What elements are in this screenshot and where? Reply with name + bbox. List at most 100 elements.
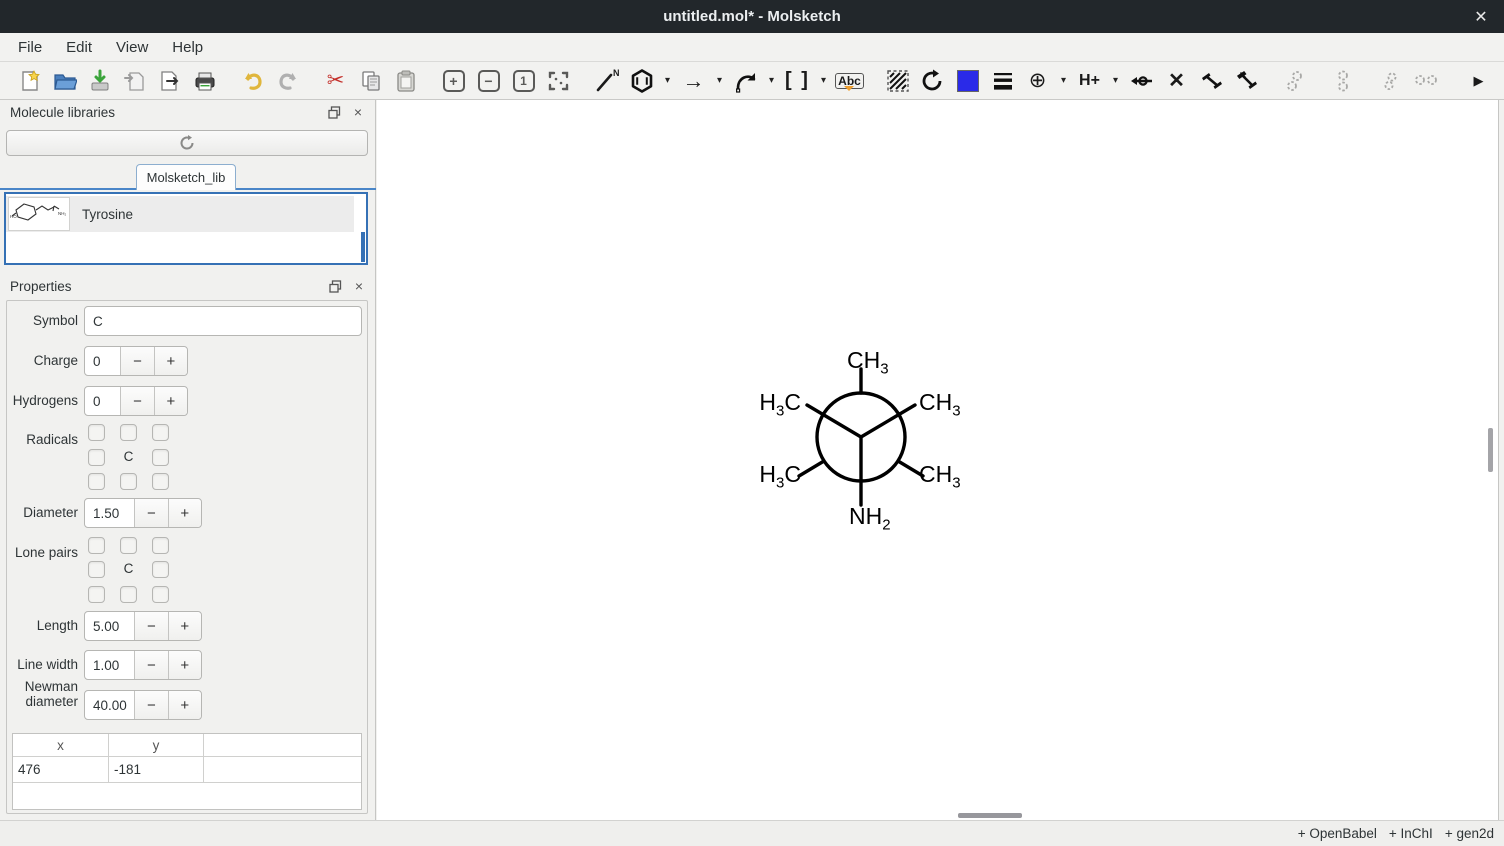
canvas-horizontal-scrollbar[interactable] xyxy=(958,813,1022,818)
delete-tool-button[interactable]: ✕ xyxy=(1159,65,1194,97)
length-value[interactable]: 5.00 xyxy=(85,612,134,640)
brackets-button[interactable]: [ ] xyxy=(780,65,815,97)
reaction-arrow-button[interactable]: → xyxy=(676,65,711,97)
line-width-increment-button[interactable]: + xyxy=(168,651,201,679)
ring-tool-button[interactable] xyxy=(624,65,659,97)
atom-label-upper-left[interactable]: H3C xyxy=(741,389,801,420)
length-decrement-button[interactable]: − xyxy=(134,612,167,640)
zoom-in-button[interactable]: + xyxy=(436,65,471,97)
group-flip-vertical-button[interactable] xyxy=(1325,65,1360,97)
redo-button[interactable] xyxy=(270,65,305,97)
group-rotate-button[interactable] xyxy=(1373,65,1408,97)
list-item-tyrosine[interactable]: NH₂HO Tyrosine xyxy=(6,196,354,232)
radical-checkbox-w[interactable] xyxy=(88,449,105,466)
radical-checkbox-sw[interactable] xyxy=(88,473,105,490)
undo-button[interactable] xyxy=(235,65,270,97)
group-flip-horizontal-button[interactable] xyxy=(1277,65,1312,97)
radical-checkbox-se[interactable] xyxy=(152,473,169,490)
menu-view[interactable]: View xyxy=(104,35,160,60)
atom-label-upper-right[interactable]: CH3 xyxy=(919,389,961,420)
save-button[interactable] xyxy=(82,65,117,97)
paste-button[interactable] xyxy=(388,65,423,97)
cut-button[interactable]: ✂ xyxy=(318,65,353,97)
coordinate-row[interactable]: 476 -181 xyxy=(13,757,361,783)
tab-molsketch-lib[interactable]: Molsketch_lib xyxy=(136,164,236,190)
group-separate-button[interactable] xyxy=(1408,65,1443,97)
molecule-library-list[interactable]: NH₂HO Tyrosine xyxy=(4,192,368,265)
charge-tool-dropdown[interactable]: ▾ xyxy=(1055,65,1072,97)
libraries-close-button[interactable]: × xyxy=(351,105,365,119)
new-file-button[interactable] xyxy=(12,65,47,97)
save-as-button[interactable] xyxy=(117,65,152,97)
line-width-tool-button[interactable] xyxy=(985,65,1020,97)
drawing-canvas[interactable]: CH3 H3C CH3 H3C CH3 NH2 xyxy=(377,100,1499,820)
lone-pair-checkbox-n[interactable] xyxy=(120,537,137,554)
charge-increment-button[interactable]: + xyxy=(154,347,187,375)
lone-pair-checkbox-ne[interactable] xyxy=(152,537,169,554)
properties-float-button[interactable] xyxy=(328,279,342,293)
hydrogens-increment-button[interactable]: + xyxy=(154,387,187,415)
line-width-spinbox[interactable]: 1.00 − + xyxy=(84,650,202,680)
copy-button[interactable] xyxy=(353,65,388,97)
refresh-libraries-button[interactable] xyxy=(6,130,368,156)
library-list-scrollbar[interactable] xyxy=(361,232,365,262)
zoom-out-button[interactable]: − xyxy=(471,65,506,97)
line-width-value[interactable]: 1.00 xyxy=(85,651,134,679)
charge-decrement-button[interactable]: − xyxy=(120,347,153,375)
hydrogens-value[interactable]: 0 xyxy=(85,387,120,415)
diameter-decrement-button[interactable]: − xyxy=(134,499,167,527)
coordinate-y-cell[interactable]: -181 xyxy=(109,757,204,782)
diameter-value[interactable]: 1.50 xyxy=(85,499,134,527)
newman-diameter-spinbox[interactable]: 40.00 − + xyxy=(84,690,202,720)
newman-projection-molecule[interactable]: CH3 H3C CH3 H3C CH3 NH2 xyxy=(701,307,1021,567)
hatch-tool-button[interactable] xyxy=(880,65,915,97)
text-tool-button[interactable]: Abc xyxy=(832,65,867,97)
radical-checkbox-s[interactable] xyxy=(120,473,137,490)
atom-label-lower-right[interactable]: CH3 xyxy=(919,461,961,492)
color-picker-button[interactable] xyxy=(950,65,985,97)
symbol-input[interactable]: C xyxy=(84,306,362,336)
newman-increment-button[interactable]: + xyxy=(168,691,201,719)
lone-pair-checkbox-nw[interactable] xyxy=(88,537,105,554)
canvas-vertical-scrollbar[interactable] xyxy=(1488,428,1493,472)
atom-label-bottom[interactable]: NH2 xyxy=(849,503,891,534)
newman-diameter-value[interactable]: 40.00 xyxy=(85,691,134,719)
hydrogen-tool-button[interactable]: H+ xyxy=(1072,65,1107,97)
charge-value[interactable]: 0 xyxy=(85,347,120,375)
line-width-decrement-button[interactable]: − xyxy=(134,651,167,679)
optimize-angle-tool-button[interactable] xyxy=(1229,65,1264,97)
diameter-increment-button[interactable]: + xyxy=(168,499,201,527)
open-file-button[interactable] xyxy=(47,65,82,97)
menu-edit[interactable]: Edit xyxy=(54,35,104,60)
zoom-original-button[interactable]: 1 xyxy=(506,65,541,97)
brackets-dropdown[interactable]: ▾ xyxy=(815,65,832,97)
hydrogen-tool-dropdown[interactable]: ▾ xyxy=(1107,65,1124,97)
lone-pair-checkbox-s[interactable] xyxy=(120,586,137,603)
lone-pair-checkbox-se[interactable] xyxy=(152,586,169,603)
toolbar-overflow-button[interactable]: ▶ xyxy=(1461,65,1496,97)
radical-checkbox-e[interactable] xyxy=(152,449,169,466)
optimize-bond-tool-button[interactable] xyxy=(1194,65,1229,97)
mechanism-arrow-button[interactable] xyxy=(728,65,763,97)
diameter-spinbox[interactable]: 1.50 − + xyxy=(84,498,202,528)
draw-bond-button[interactable]: N xyxy=(589,65,624,97)
atom-label-lower-left[interactable]: H3C xyxy=(741,461,801,492)
rotate-tool-button[interactable] xyxy=(915,65,950,97)
hydrogens-decrement-button[interactable]: − xyxy=(120,387,153,415)
length-increment-button[interactable]: + xyxy=(168,612,201,640)
newman-decrement-button[interactable]: − xyxy=(134,691,167,719)
menu-help[interactable]: Help xyxy=(160,35,215,60)
properties-close-button[interactable]: × xyxy=(352,279,366,293)
lone-pair-checkbox-w[interactable] xyxy=(88,561,105,578)
length-spinbox[interactable]: 5.00 − + xyxy=(84,611,202,641)
hydrogens-spinbox[interactable]: 0 − + xyxy=(84,386,188,416)
charge-spinbox[interactable]: 0 − + xyxy=(84,346,188,376)
mechanism-arrow-dropdown[interactable]: ▾ xyxy=(763,65,780,97)
window-close-button[interactable]: ✕ xyxy=(1466,0,1496,33)
menu-file[interactable]: File xyxy=(6,35,54,60)
connect-tool-button[interactable] xyxy=(1124,65,1159,97)
lone-pair-checkbox-e[interactable] xyxy=(152,561,169,578)
lone-pair-checkbox-sw[interactable] xyxy=(88,586,105,603)
print-button[interactable] xyxy=(187,65,222,97)
coordinate-x-cell[interactable]: 476 xyxy=(13,757,109,782)
